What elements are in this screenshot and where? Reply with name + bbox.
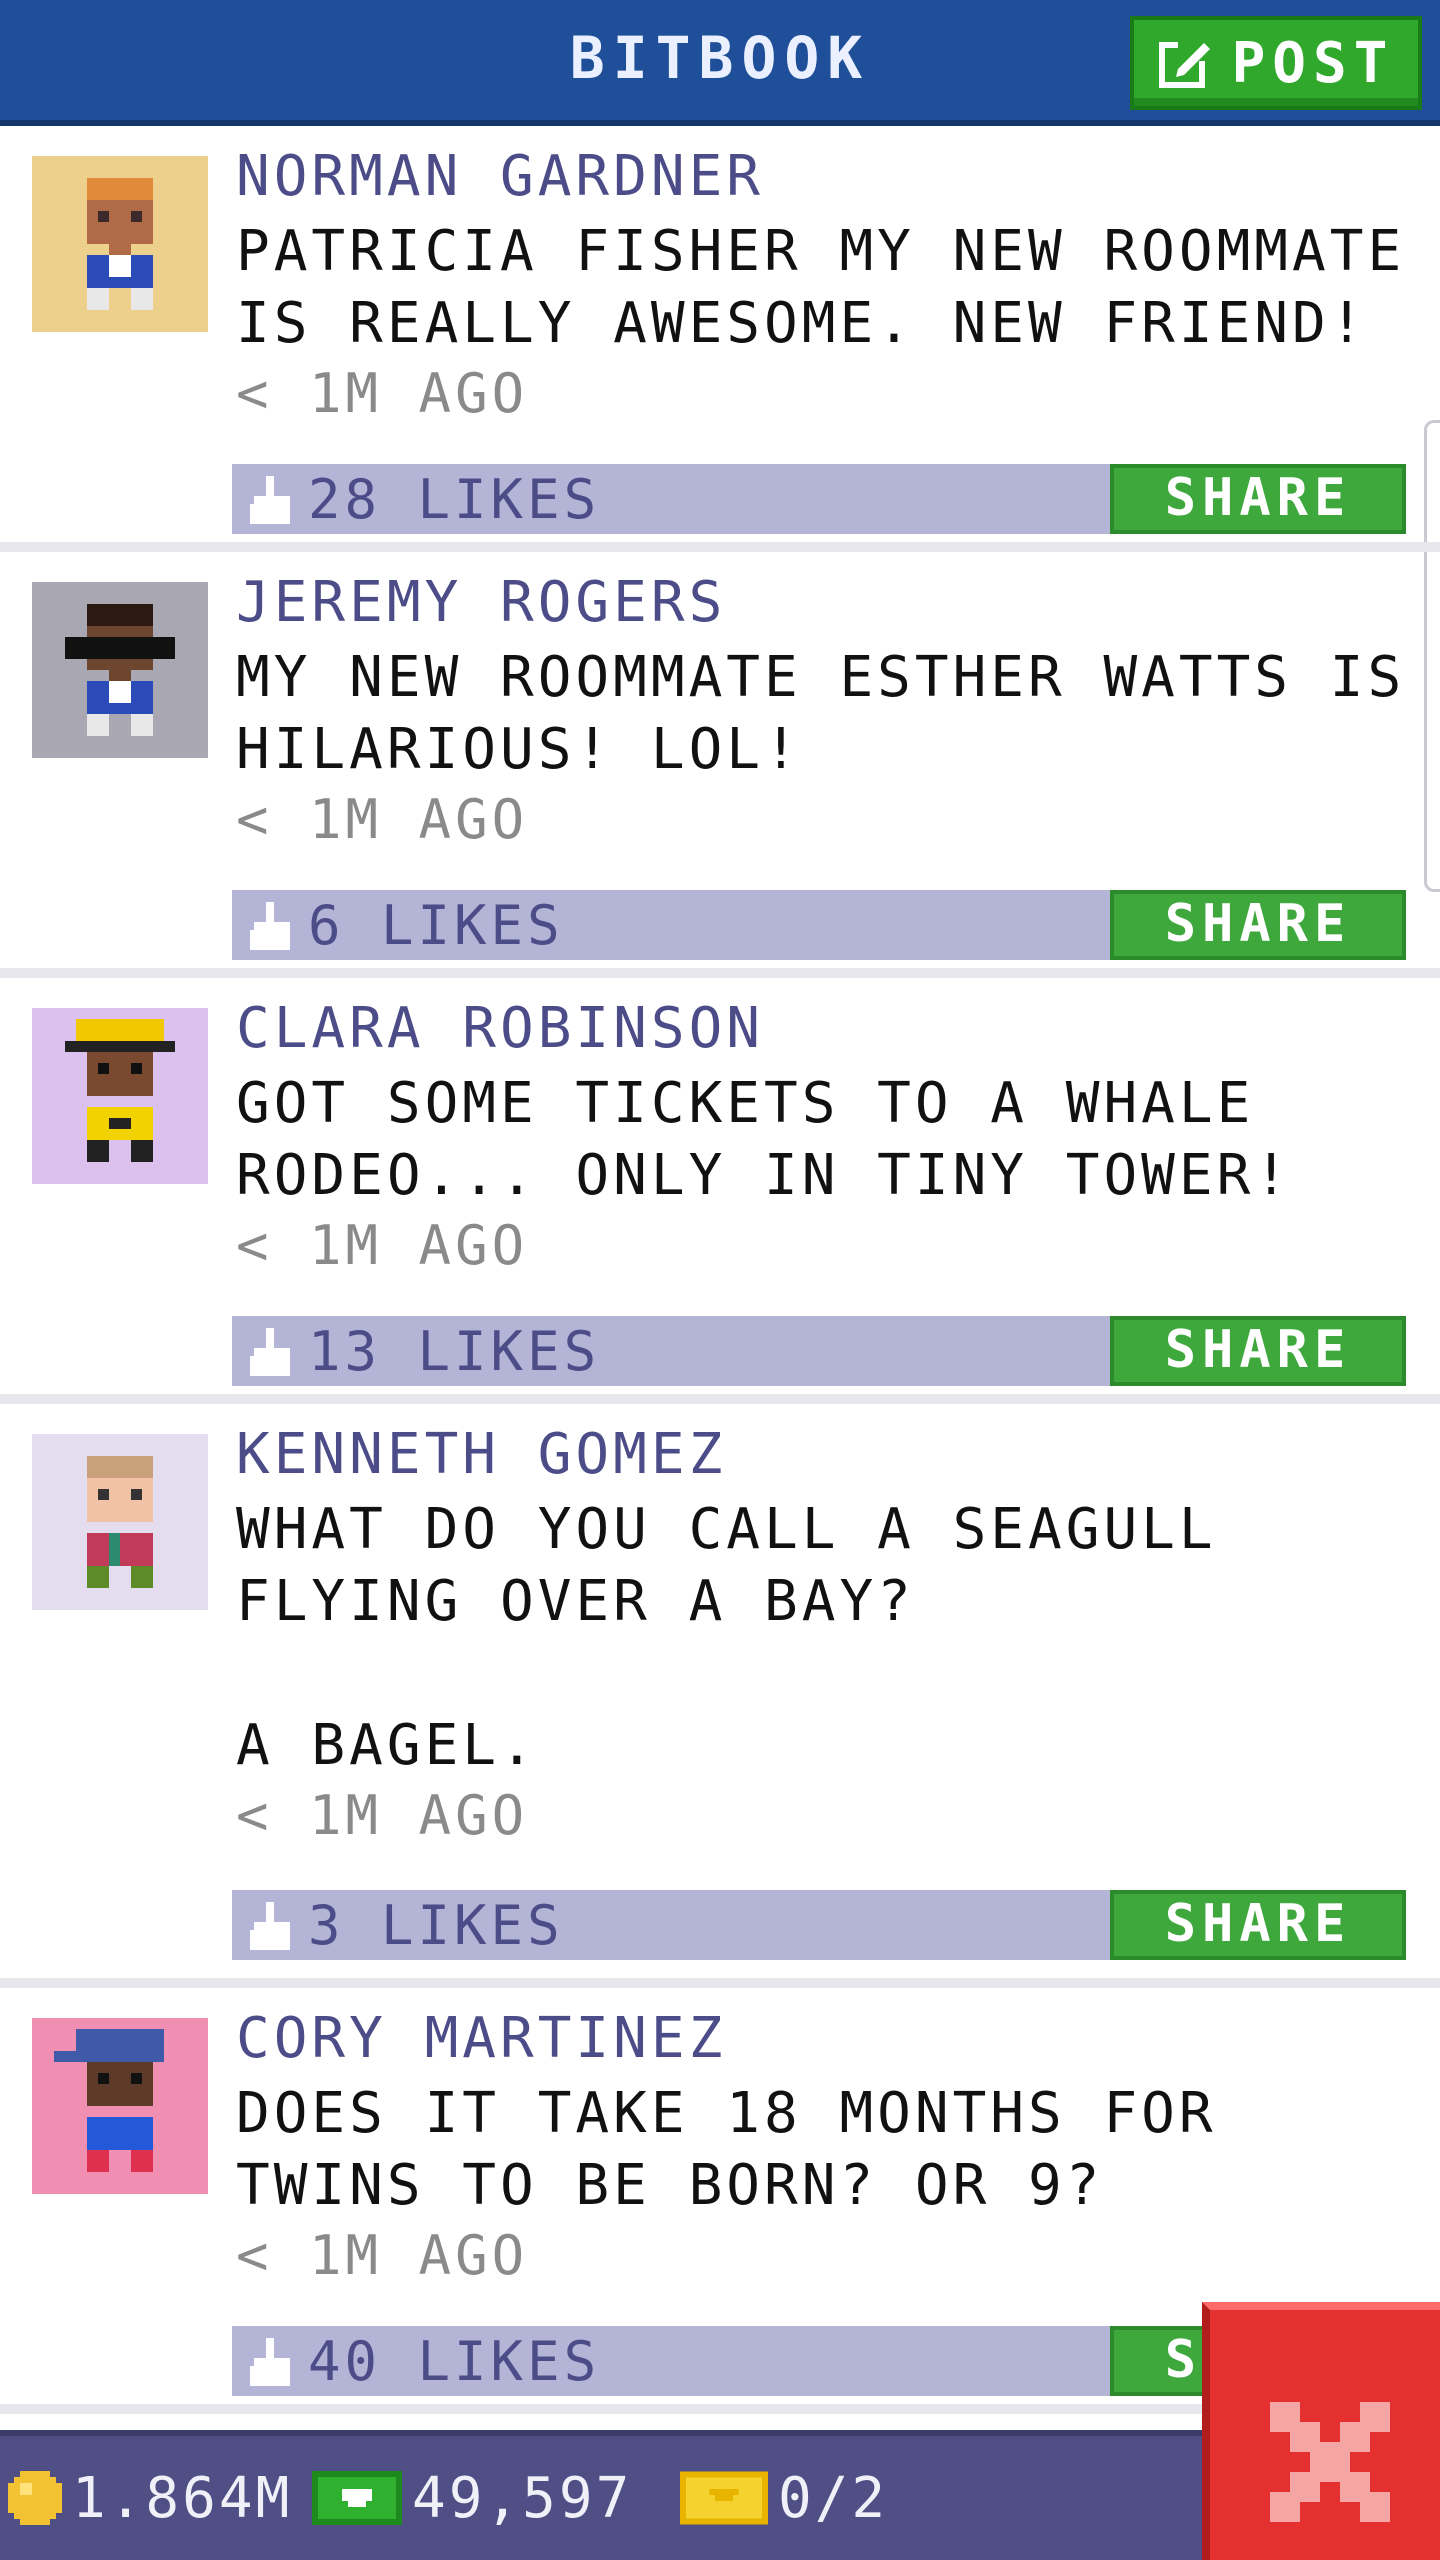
post-message: DOES IT TAKE 18 MONTHS FOR TWINS TO BE B… [236, 2081, 1255, 2218]
avatar[interactable] [32, 1008, 208, 1184]
likes-count: 40 LIKES [308, 2330, 601, 2393]
post-message: GOT SOME TICKETS TO A WHALE RODEO... ONL… [236, 1071, 1293, 1208]
poster-name: CLARA ROBINSON [236, 996, 765, 1061]
close-button[interactable] [1202, 2302, 1440, 2560]
post-message: MY NEW ROOMMATE ESTHER WATTS IS HILARIOU… [236, 645, 1440, 782]
ticket-icon [680, 2471, 768, 2525]
thumbs-up-icon[interactable] [250, 1328, 294, 1380]
poster-name: NORMAN GARDNER [236, 144, 765, 209]
avatar[interactable] [32, 582, 208, 758]
thumbs-up-icon[interactable] [250, 1902, 294, 1954]
thumbs-up-icon[interactable] [250, 476, 294, 528]
post-item: NORMAN GARDNER PATRICIA FISHER MY NEW RO… [0, 126, 1440, 552]
share-button[interactable]: SHARE [1110, 890, 1406, 960]
share-button[interactable]: SHARE [1110, 464, 1406, 534]
post-time: < 1M AGO [236, 362, 529, 425]
poster-name: KENNETH GOMEZ [236, 1422, 727, 1487]
likes-bar: 28 LIKES SHARE [232, 464, 1406, 534]
likes-count: 3 LIKES [308, 1894, 564, 1957]
feed-list[interactable]: NORMAN GARDNER PATRICIA FISHER MY NEW RO… [0, 126, 1440, 2430]
coins-stat: 1.864M [8, 2436, 292, 2560]
likes-count: 28 LIKES [308, 468, 601, 531]
thumbs-up-icon[interactable] [250, 2338, 294, 2390]
post-message: WHAT DO YOU CALL A SEAGULL FLYING OVER A… [236, 1497, 1217, 1778]
avatar[interactable] [32, 156, 208, 332]
post-item: CLARA ROBINSON GOT SOME TICKETS TO A WHA… [0, 978, 1440, 1404]
post-item: JEREMY ROGERS MY NEW ROOMMATE ESTHER WAT… [0, 552, 1440, 978]
likes-bar: 6 LIKES SHARE [232, 890, 1406, 960]
poster-name: JEREMY ROGERS [236, 570, 727, 635]
thumbs-up-icon[interactable] [250, 902, 294, 954]
post-item: KENNETH GOMEZ WHAT DO YOU CALL A SEAGULL… [0, 1404, 1440, 1988]
coin-icon [8, 2471, 62, 2525]
post-message: PATRICIA FISHER MY NEW ROOMMATE IS REALL… [236, 219, 1440, 356]
share-button[interactable]: SHARE [1110, 1890, 1406, 1960]
coins-value: 1.864M [72, 2465, 293, 2531]
avatar-image [32, 1434, 208, 1610]
likes-bar: 3 LIKES SHARE [232, 1890, 1406, 1960]
bux-value: 49,597 [412, 2465, 633, 2531]
edit-icon [1158, 39, 1212, 88]
avatar[interactable] [32, 2018, 208, 2194]
post-time: < 1M AGO [236, 1784, 529, 1847]
post-time: < 1M AGO [236, 2224, 529, 2287]
tickets-value: 0/2 [778, 2465, 889, 2531]
bux-stat: 49,597 [312, 2436, 632, 2560]
avatar-image [32, 2018, 208, 2194]
share-button[interactable]: SHARE [1110, 1316, 1406, 1386]
avatar-image [32, 1008, 208, 1184]
avatar-image [32, 156, 208, 332]
post-button-label: POST [1231, 30, 1395, 96]
close-icon [1270, 2402, 1390, 2522]
likes-count: 6 LIKES [308, 894, 564, 957]
likes-bar: 13 LIKES SHARE [232, 1316, 1406, 1386]
post-time: < 1M AGO [236, 1214, 529, 1277]
likes-count: 13 LIKES [308, 1320, 601, 1383]
avatar-image [32, 582, 208, 758]
tickets-stat: 0/2 [680, 2436, 888, 2560]
bux-icon [312, 2471, 402, 2525]
header-bar: BITBOOK POST [0, 0, 1440, 126]
poster-name: CORY MARTINEZ [236, 2006, 727, 2071]
post-button[interactable]: POST [1130, 16, 1422, 110]
post-time: < 1M AGO [236, 788, 529, 851]
avatar[interactable] [32, 1434, 208, 1610]
